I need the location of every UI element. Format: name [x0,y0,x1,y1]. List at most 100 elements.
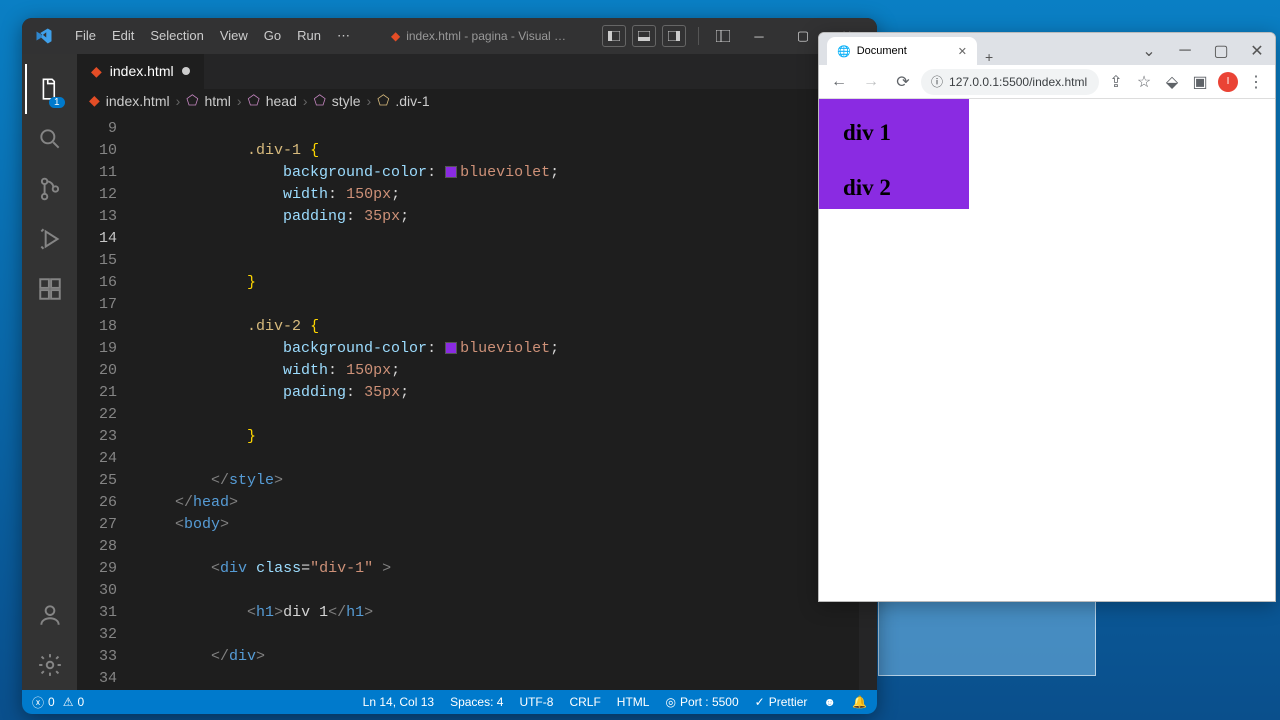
status-port[interactable]: ◎Port : 5500 [665,695,738,709]
vscode-logo-icon [30,22,58,50]
bc-style[interactable]: style [332,93,361,109]
bookmark-icon[interactable]: ☆ [1131,69,1157,95]
main-area: 1 ◆ index.html ◆ index.html › ⬠ [22,54,877,690]
rendered-div-1: div 1 [819,99,969,154]
code-content[interactable]: .div-1 { background-color: blueviolet; w… [135,114,877,690]
share-icon[interactable]: ⇪ [1103,69,1129,95]
color-swatch-icon[interactable] [445,166,457,178]
page-viewport: div 1 div 2 [819,99,1275,601]
rendered-div-2: div 2 [819,154,969,209]
profile-avatar[interactable]: I [1215,69,1241,95]
status-warnings[interactable]: ⚠0 [63,695,84,709]
menu-edit[interactable]: Edit [105,24,141,48]
html-file-icon: ◆ [89,92,100,109]
sidepanel-icon[interactable]: ▣ [1187,69,1213,95]
menu-overflow[interactable]: ⋯ [330,24,357,48]
layout-right-icon[interactable] [662,25,686,47]
chrome-minimize-button[interactable]: ─ [1167,37,1203,65]
color-swatch-icon[interactable] [445,342,457,354]
chrome-menu-icon[interactable]: ⋮ [1243,69,1269,95]
symbol-icon: ⬠ [377,92,389,109]
bc-file[interactable]: index.html [106,93,170,109]
bc-head[interactable]: head [266,93,297,109]
settings-icon[interactable] [25,640,75,690]
status-encoding[interactable]: UTF-8 [519,695,553,709]
explorer-icon[interactable]: 1 [25,64,75,114]
layout-custom-icon[interactable] [711,25,735,47]
status-cursor[interactable]: Ln 14, Col 13 [363,695,434,709]
bc-html[interactable]: html [204,93,230,109]
chevron-right-icon: › [303,93,308,109]
debug-icon[interactable] [25,214,75,264]
div2-heading: div 2 [843,175,945,201]
forward-button[interactable]: → [857,68,885,96]
chrome-dropdown-icon[interactable]: ⌄ [1131,37,1167,65]
close-tab-icon[interactable]: ✕ [958,45,967,58]
status-spaces[interactable]: Spaces: 4 [450,695,503,709]
desktop-selection [878,598,1096,676]
chrome-window-controls: ⌄ ─ ▢ ✕ [1131,37,1275,65]
menu-file[interactable]: File [68,24,103,48]
layout-buttons [600,25,737,47]
vscode-window: File Edit Selection View Go Run ⋯ ◆ inde… [22,18,877,714]
status-bell-icon[interactable]: 🔔 [852,695,867,709]
menu-run[interactable]: Run [290,24,328,48]
titlebar: File Edit Selection View Go Run ⋯ ◆ inde… [22,18,877,54]
chrome-toolbar: ← → ⟳ ⓘ 127.0.0.1:5500/index.html ⇪ ☆ ⬙ … [819,65,1275,99]
account-icon[interactable] [25,590,75,640]
menu-selection[interactable]: Selection [143,24,210,48]
div1-heading: div 1 [843,120,945,146]
search-icon[interactable] [25,114,75,164]
status-eol[interactable]: CRLF [569,695,600,709]
layout-bottom-icon[interactable] [632,25,656,47]
code-editor[interactable]: 9101112131415161718192021222324252627282… [77,114,877,690]
menu-go[interactable]: Go [257,24,288,48]
tab-bar: ◆ index.html [77,54,877,89]
warning-icon: ⚠ [63,695,74,709]
source-control-icon[interactable] [25,164,75,214]
breadcrumb[interactable]: ◆ index.html › ⬠ html › ⬠ head › ⬠ style… [77,89,877,115]
tab-label: index.html [110,63,174,79]
chrome-maximize-button[interactable]: ▢ [1203,37,1239,65]
line-numbers: 9101112131415161718192021222324252627282… [77,114,135,690]
new-tab-button[interactable]: + [977,49,1001,65]
chrome-window: 🌐 Document ✕ + ⌄ ─ ▢ ✕ ← → ⟳ ⓘ 127.0.0.1… [818,32,1276,602]
info-icon: ⓘ [931,73,943,90]
modified-indicator-icon [182,67,190,75]
html-file-icon: ◆ [91,63,102,80]
check-icon: ✓ [755,695,765,709]
back-button[interactable]: ← [825,68,853,96]
reload-button[interactable]: ⟳ [889,68,917,96]
chrome-tab-title: Document [857,45,907,57]
status-errors[interactable]: ⓧ0 [32,694,55,711]
symbol-icon: ⬠ [314,92,326,109]
html-file-icon: ◆ [391,29,400,43]
chrome-tab-strip: 🌐 Document ✕ + ⌄ ─ ▢ ✕ [819,33,1275,65]
extensions-icon[interactable] [25,264,75,314]
minimize-button[interactable]: ─ [737,18,781,54]
chrome-tab-document[interactable]: 🌐 Document ✕ [827,37,977,65]
chevron-right-icon: › [237,93,242,109]
title-text: index.html - pagina - Visual … [406,29,566,43]
symbol-icon: ⬠ [186,92,198,109]
window-title: ◆ index.html - pagina - Visual … [357,29,600,43]
menu-bar: File Edit Selection View Go Run ⋯ [68,24,357,48]
status-feedback-icon[interactable]: ☻ [823,695,836,709]
status-lang[interactable]: HTML [617,695,650,709]
layout-left-icon[interactable] [602,25,626,47]
symbol-icon: ⬠ [248,92,260,109]
explorer-badge: 1 [49,97,65,108]
menu-view[interactable]: View [213,24,255,48]
page-icon: 🌐 [837,45,851,58]
error-icon: ⓧ [32,694,44,711]
extension-icon[interactable]: ⬙ [1159,69,1185,95]
address-bar[interactable]: ⓘ 127.0.0.1:5500/index.html [921,69,1099,95]
chevron-right-icon: › [367,93,372,109]
chrome-close-button[interactable]: ✕ [1239,37,1275,65]
tab-index-html[interactable]: ◆ index.html [77,54,205,89]
chevron-right-icon: › [176,93,181,109]
editor-area: ◆ index.html ◆ index.html › ⬠ html › ⬠ h… [77,54,877,690]
bc-div1[interactable]: .div-1 [395,93,429,109]
status-prettier[interactable]: ✓Prettier [755,695,808,709]
status-bar: ⓧ0 ⚠0 Ln 14, Col 13 Spaces: 4 UTF-8 CRLF… [22,690,877,714]
